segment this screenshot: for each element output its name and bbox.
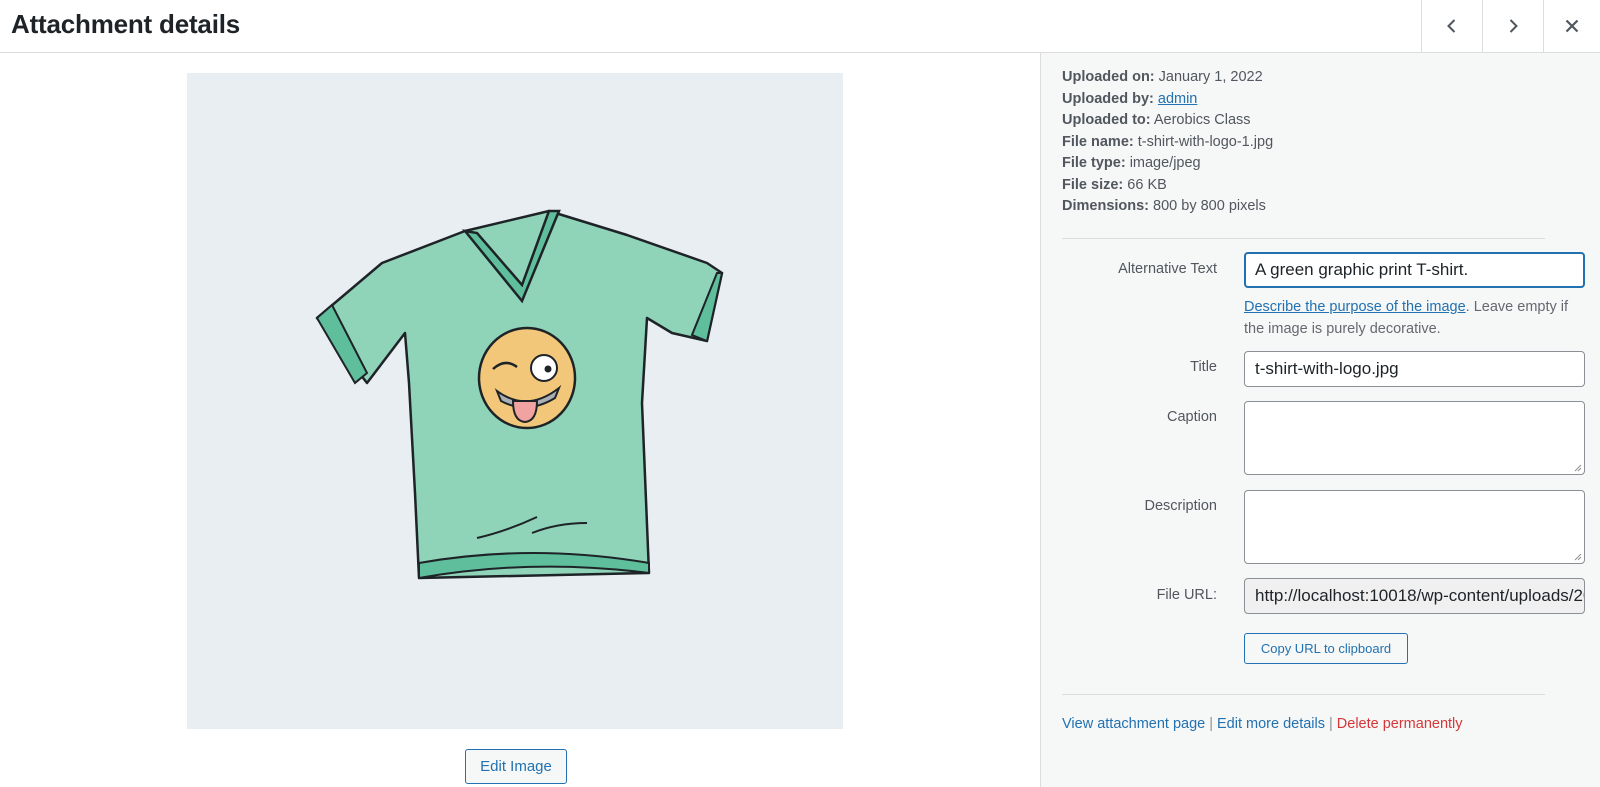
modal-header: Attachment details bbox=[0, 0, 1600, 53]
file-url-label: File URL: bbox=[1156, 587, 1217, 603]
description-label: Description bbox=[1144, 498, 1217, 514]
delete-permanently-link[interactable]: Delete permanently bbox=[1337, 716, 1463, 732]
chevron-left-icon bbox=[1447, 19, 1456, 33]
file-metadata: Uploaded on: January 1, 2022 Uploaded by… bbox=[1062, 67, 1273, 218]
page-title: Attachment details bbox=[11, 9, 241, 39]
title-input[interactable]: t-shirt-with-logo.jpg bbox=[1244, 351, 1585, 387]
resize-handle-icon[interactable] bbox=[1573, 552, 1582, 561]
alt-text-help-link[interactable]: Describe the purpose of the image bbox=[1244, 299, 1466, 315]
next-attachment-button[interactable] bbox=[1482, 0, 1543, 52]
previous-attachment-button[interactable] bbox=[1421, 0, 1482, 52]
attachment-details-sidebar: Uploaded on: January 1, 2022 Uploaded by… bbox=[1040, 53, 1600, 787]
close-modal-button[interactable] bbox=[1543, 0, 1600, 52]
view-attachment-page-link[interactable]: View attachment page bbox=[1062, 716, 1205, 732]
attachment-actions: View attachment page | Edit more details | D… bbox=[1062, 716, 1463, 732]
resize-handle-icon[interactable] bbox=[1573, 463, 1582, 472]
uploaded-on-row: Uploaded on: January 1, 2022 bbox=[1062, 69, 1263, 85]
edit-image-button[interactable]: Edit Image bbox=[465, 749, 567, 784]
alt-text-label: Alternative Text bbox=[1118, 261, 1217, 277]
description-textarea[interactable] bbox=[1244, 490, 1585, 564]
uploaded-by-link[interactable]: admin bbox=[1158, 91, 1198, 107]
alt-text-input[interactable]: A green graphic print T-shirt. bbox=[1244, 252, 1585, 288]
attachment-preview-pane: Edit Image bbox=[0, 53, 1040, 787]
file-name-row: File name: t-shirt-with-logo-1.jpg bbox=[1062, 133, 1274, 150]
emoji-logo bbox=[477, 326, 577, 430]
divider bbox=[1062, 238, 1545, 239]
copy-url-button[interactable]: Copy URL to clipboard bbox=[1244, 633, 1408, 664]
caption-label: Caption bbox=[1167, 409, 1217, 425]
file-size-row: File size: 66 KB bbox=[1062, 176, 1167, 193]
dimensions-row: Dimensions: 800 by 800 pixels bbox=[1062, 198, 1266, 214]
uploaded-by-row: Uploaded by: admin bbox=[1062, 90, 1198, 107]
caption-textarea[interactable] bbox=[1244, 401, 1585, 475]
uploaded-to-row: Uploaded to: Aerobics Class bbox=[1062, 112, 1251, 128]
alt-text-help: Describe the purpose of the image. Leave… bbox=[1244, 299, 1569, 337]
divider bbox=[1062, 694, 1545, 695]
file-type-row: File type: image/jpeg bbox=[1062, 155, 1201, 171]
tshirt-illustration bbox=[187, 73, 843, 729]
attachment-image bbox=[187, 73, 843, 729]
file-url-input[interactable]: http://localhost:10018/wp-content/upload… bbox=[1244, 578, 1585, 614]
close-icon bbox=[1565, 19, 1579, 33]
chevron-right-icon bbox=[1509, 19, 1518, 33]
title-label: Title bbox=[1190, 359, 1217, 375]
edit-more-details-link[interactable]: Edit more details bbox=[1217, 716, 1325, 732]
